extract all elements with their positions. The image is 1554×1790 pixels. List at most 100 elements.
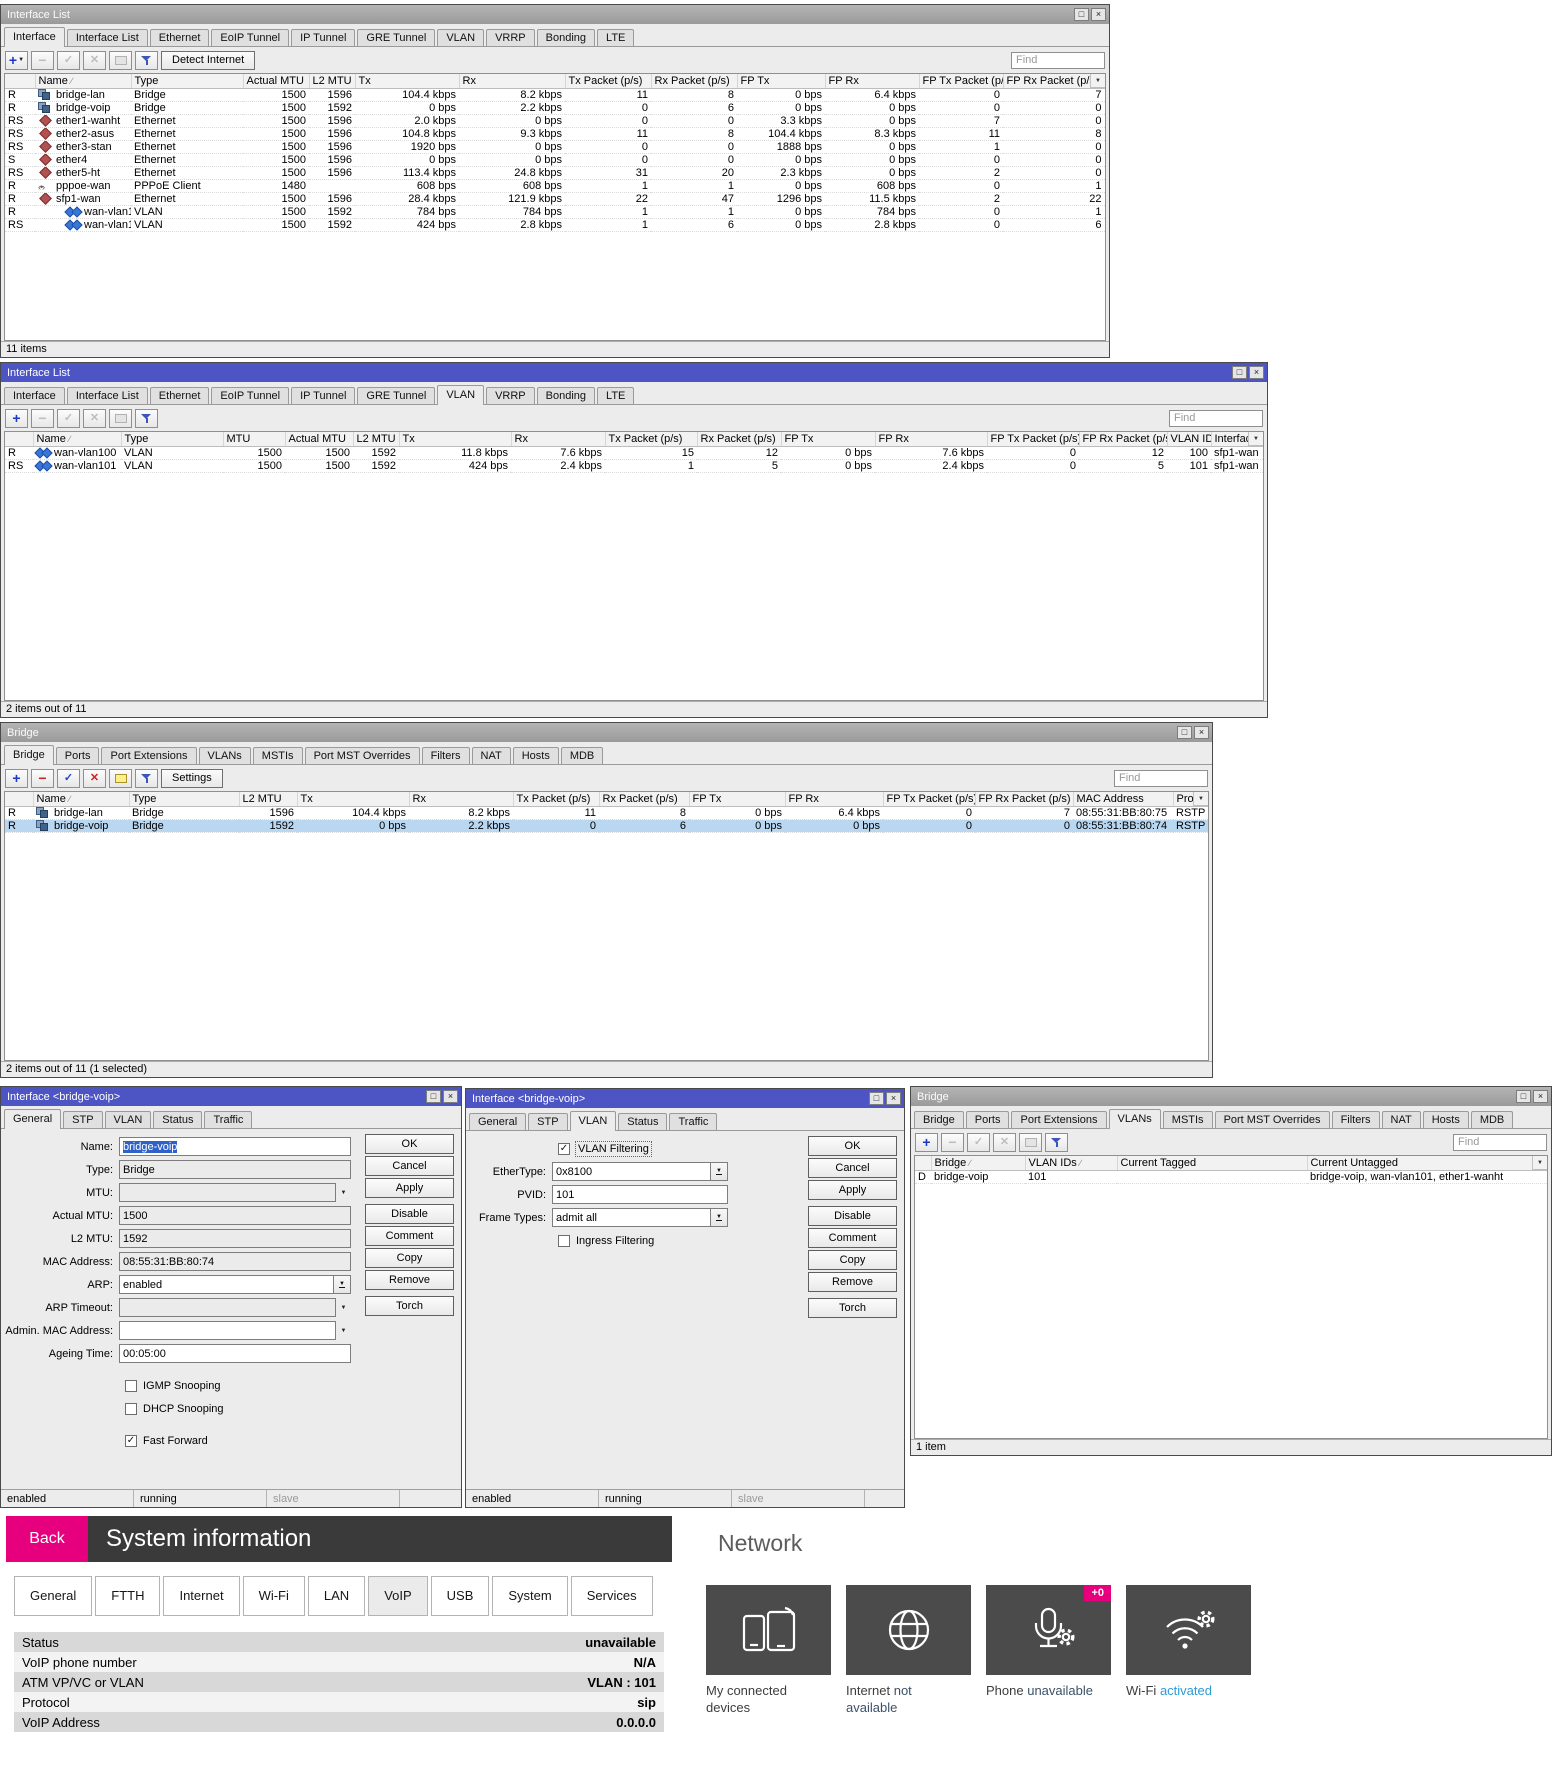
apply-button[interactable]: Apply: [808, 1180, 897, 1200]
tab-stp[interactable]: STP: [528, 1113, 567, 1130]
title-bar[interactable]: Bridge □ ×: [911, 1087, 1551, 1106]
close-icon[interactable]: ×: [886, 1092, 901, 1105]
tab-hosts[interactable]: Hosts: [513, 747, 559, 764]
add-button[interactable]: +: [5, 409, 28, 428]
remove-button[interactable]: Remove: [365, 1270, 454, 1290]
checkbox[interactable]: [558, 1235, 570, 1247]
tab-port-extensions[interactable]: Port Extensions: [1011, 1111, 1106, 1128]
tab-voip[interactable]: VoIP: [368, 1576, 427, 1616]
column-header[interactable]: Tx Packet (p/s): [565, 74, 651, 88]
add-button[interactable]: +▼: [5, 51, 28, 70]
comment-button[interactable]: [109, 769, 132, 788]
ageing-time-input[interactable]: 00:05:00: [119, 1344, 351, 1363]
column-header[interactable]: Rx Packet (p/s): [697, 432, 781, 446]
disable-button[interactable]: Disable: [365, 1204, 454, 1224]
title-bar[interactable]: Interface <bridge-voip> □ ×: [466, 1089, 904, 1108]
comment-button[interactable]: [1019, 1133, 1042, 1152]
tab-usb[interactable]: USB: [431, 1576, 490, 1616]
checkbox[interactable]: ✓: [558, 1143, 570, 1155]
tab-hosts[interactable]: Hosts: [1423, 1111, 1469, 1128]
tab-ports[interactable]: Ports: [966, 1111, 1010, 1128]
column-header[interactable]: FP Rx: [825, 74, 919, 88]
apply-button[interactable]: Apply: [365, 1178, 454, 1198]
enable-button[interactable]: ✓: [967, 1133, 990, 1152]
tab-gre-tunnel[interactable]: GRE Tunnel: [357, 387, 435, 404]
column-header[interactable]: Actual MTU: [243, 74, 309, 88]
column-header[interactable]: [5, 792, 33, 806]
tab-vlan[interactable]: VLAN: [437, 385, 484, 405]
tab-traffic[interactable]: Traffic: [204, 1111, 252, 1128]
title-bar[interactable]: Interface List □ ×: [1, 5, 1109, 24]
ok-button[interactable]: OK: [808, 1136, 897, 1156]
tab-mdb[interactable]: MDB: [561, 747, 603, 764]
column-header[interactable]: Name∕: [33, 792, 129, 806]
column-header[interactable]: Type: [121, 432, 223, 446]
remove-button[interactable]: −: [31, 51, 54, 70]
column-header[interactable]: FP Tx Packet (p/s): [987, 432, 1079, 446]
filter-button[interactable]: [1045, 1133, 1068, 1152]
arp-select[interactable]: enabled: [119, 1275, 334, 1294]
close-icon[interactable]: ×: [1194, 726, 1209, 739]
combo-down-icon[interactable]: ▼: [334, 1275, 351, 1294]
copy-button[interactable]: Copy: [365, 1248, 454, 1268]
add-button[interactable]: +: [5, 769, 28, 788]
frame-types-select[interactable]: admit all: [552, 1208, 711, 1227]
column-header[interactable]: [5, 432, 33, 446]
column-header[interactable]: Type: [131, 74, 243, 88]
tab-eoip-tunnel[interactable]: EoIP Tunnel: [211, 387, 289, 404]
mtu-input[interactable]: [119, 1183, 336, 1202]
tab-gre-tunnel[interactable]: GRE Tunnel: [357, 29, 435, 46]
tab-mstis[interactable]: MSTIs: [253, 747, 303, 764]
column-header[interactable]: Rx: [409, 792, 513, 806]
column-header[interactable]: L2 MTU: [239, 792, 297, 806]
tab-ftth[interactable]: FTTH: [95, 1576, 160, 1616]
tab-bridge[interactable]: Bridge: [4, 745, 54, 765]
tab-stp[interactable]: STP: [63, 1111, 102, 1128]
tab-ports[interactable]: Ports: [56, 747, 100, 764]
table-row[interactable]: Sether4Ethernet150015960 bps0 bps000 bps…: [5, 153, 1105, 166]
filter-button[interactable]: [135, 409, 158, 428]
tab-eoip-tunnel[interactable]: EoIP Tunnel: [211, 29, 289, 46]
tab-interface-list[interactable]: Interface List: [67, 387, 148, 404]
column-header[interactable]: Tx: [355, 74, 459, 88]
column-header[interactable]: MAC Address: [1073, 792, 1173, 806]
column-header[interactable]: L2 MTU: [353, 432, 399, 446]
column-header[interactable]: MTU: [223, 432, 285, 446]
find-input[interactable]: [1114, 770, 1208, 787]
tab-filters[interactable]: Filters: [422, 747, 470, 764]
tab-interface-list[interactable]: Interface List: [67, 29, 148, 46]
tab-bonding[interactable]: Bonding: [537, 29, 595, 46]
column-select-icon[interactable]: ▼: [1532, 1156, 1547, 1170]
tab-lan[interactable]: LAN: [308, 1576, 365, 1616]
tab-ip-tunnel[interactable]: IP Tunnel: [291, 29, 355, 46]
connected-devices-tile[interactable]: My connected devices: [706, 1585, 831, 1717]
column-header[interactable]: L2 MTU: [309, 74, 355, 88]
chevron-down-icon[interactable]: ▼: [336, 1190, 351, 1196]
table-row[interactable]: Protocolsip: [14, 1692, 664, 1712]
close-icon[interactable]: ×: [443, 1090, 458, 1103]
find-input[interactable]: [1011, 52, 1105, 69]
tab-ethernet[interactable]: Ethernet: [150, 29, 210, 46]
column-select-icon[interactable]: ▼: [1193, 792, 1208, 806]
tab-lte[interactable]: LTE: [597, 387, 634, 404]
tab-vlan[interactable]: VLAN: [105, 1111, 152, 1128]
copy-button[interactable]: Copy: [808, 1250, 897, 1270]
combo-down-icon[interactable]: ▼: [711, 1162, 728, 1181]
comment-button[interactable]: [109, 51, 132, 70]
remove-button[interactable]: Remove: [808, 1272, 897, 1292]
column-header[interactable]: Rx: [511, 432, 605, 446]
tab-port-mst-overrides[interactable]: Port MST Overrides: [1215, 1111, 1330, 1128]
enable-button[interactable]: ✓: [57, 769, 80, 788]
column-header[interactable]: Rx Packet (p/s): [599, 792, 689, 806]
column-header[interactable]: FP Tx: [781, 432, 875, 446]
table-row[interactable]: RSwan-vlan101VLAN15001592424 bps2.8 kbps…: [5, 218, 1105, 231]
table-row[interactable]: Rsfp1-wanEthernet1500159628.4 kbps121.9 …: [5, 192, 1105, 205]
column-header[interactable]: Tx: [297, 792, 409, 806]
table-row[interactable]: R‹•›pppoe-wanPPPoE Client1480608 bps608 …: [5, 179, 1105, 192]
column-header[interactable]: FP Rx: [875, 432, 987, 446]
tab-vlans[interactable]: VLANs: [1109, 1109, 1161, 1129]
chevron-down-icon[interactable]: ▼: [336, 1328, 351, 1334]
maximize-icon[interactable]: □: [1177, 726, 1192, 739]
tab-bridge[interactable]: Bridge: [914, 1111, 964, 1128]
comment-button[interactable]: Comment: [365, 1226, 454, 1246]
